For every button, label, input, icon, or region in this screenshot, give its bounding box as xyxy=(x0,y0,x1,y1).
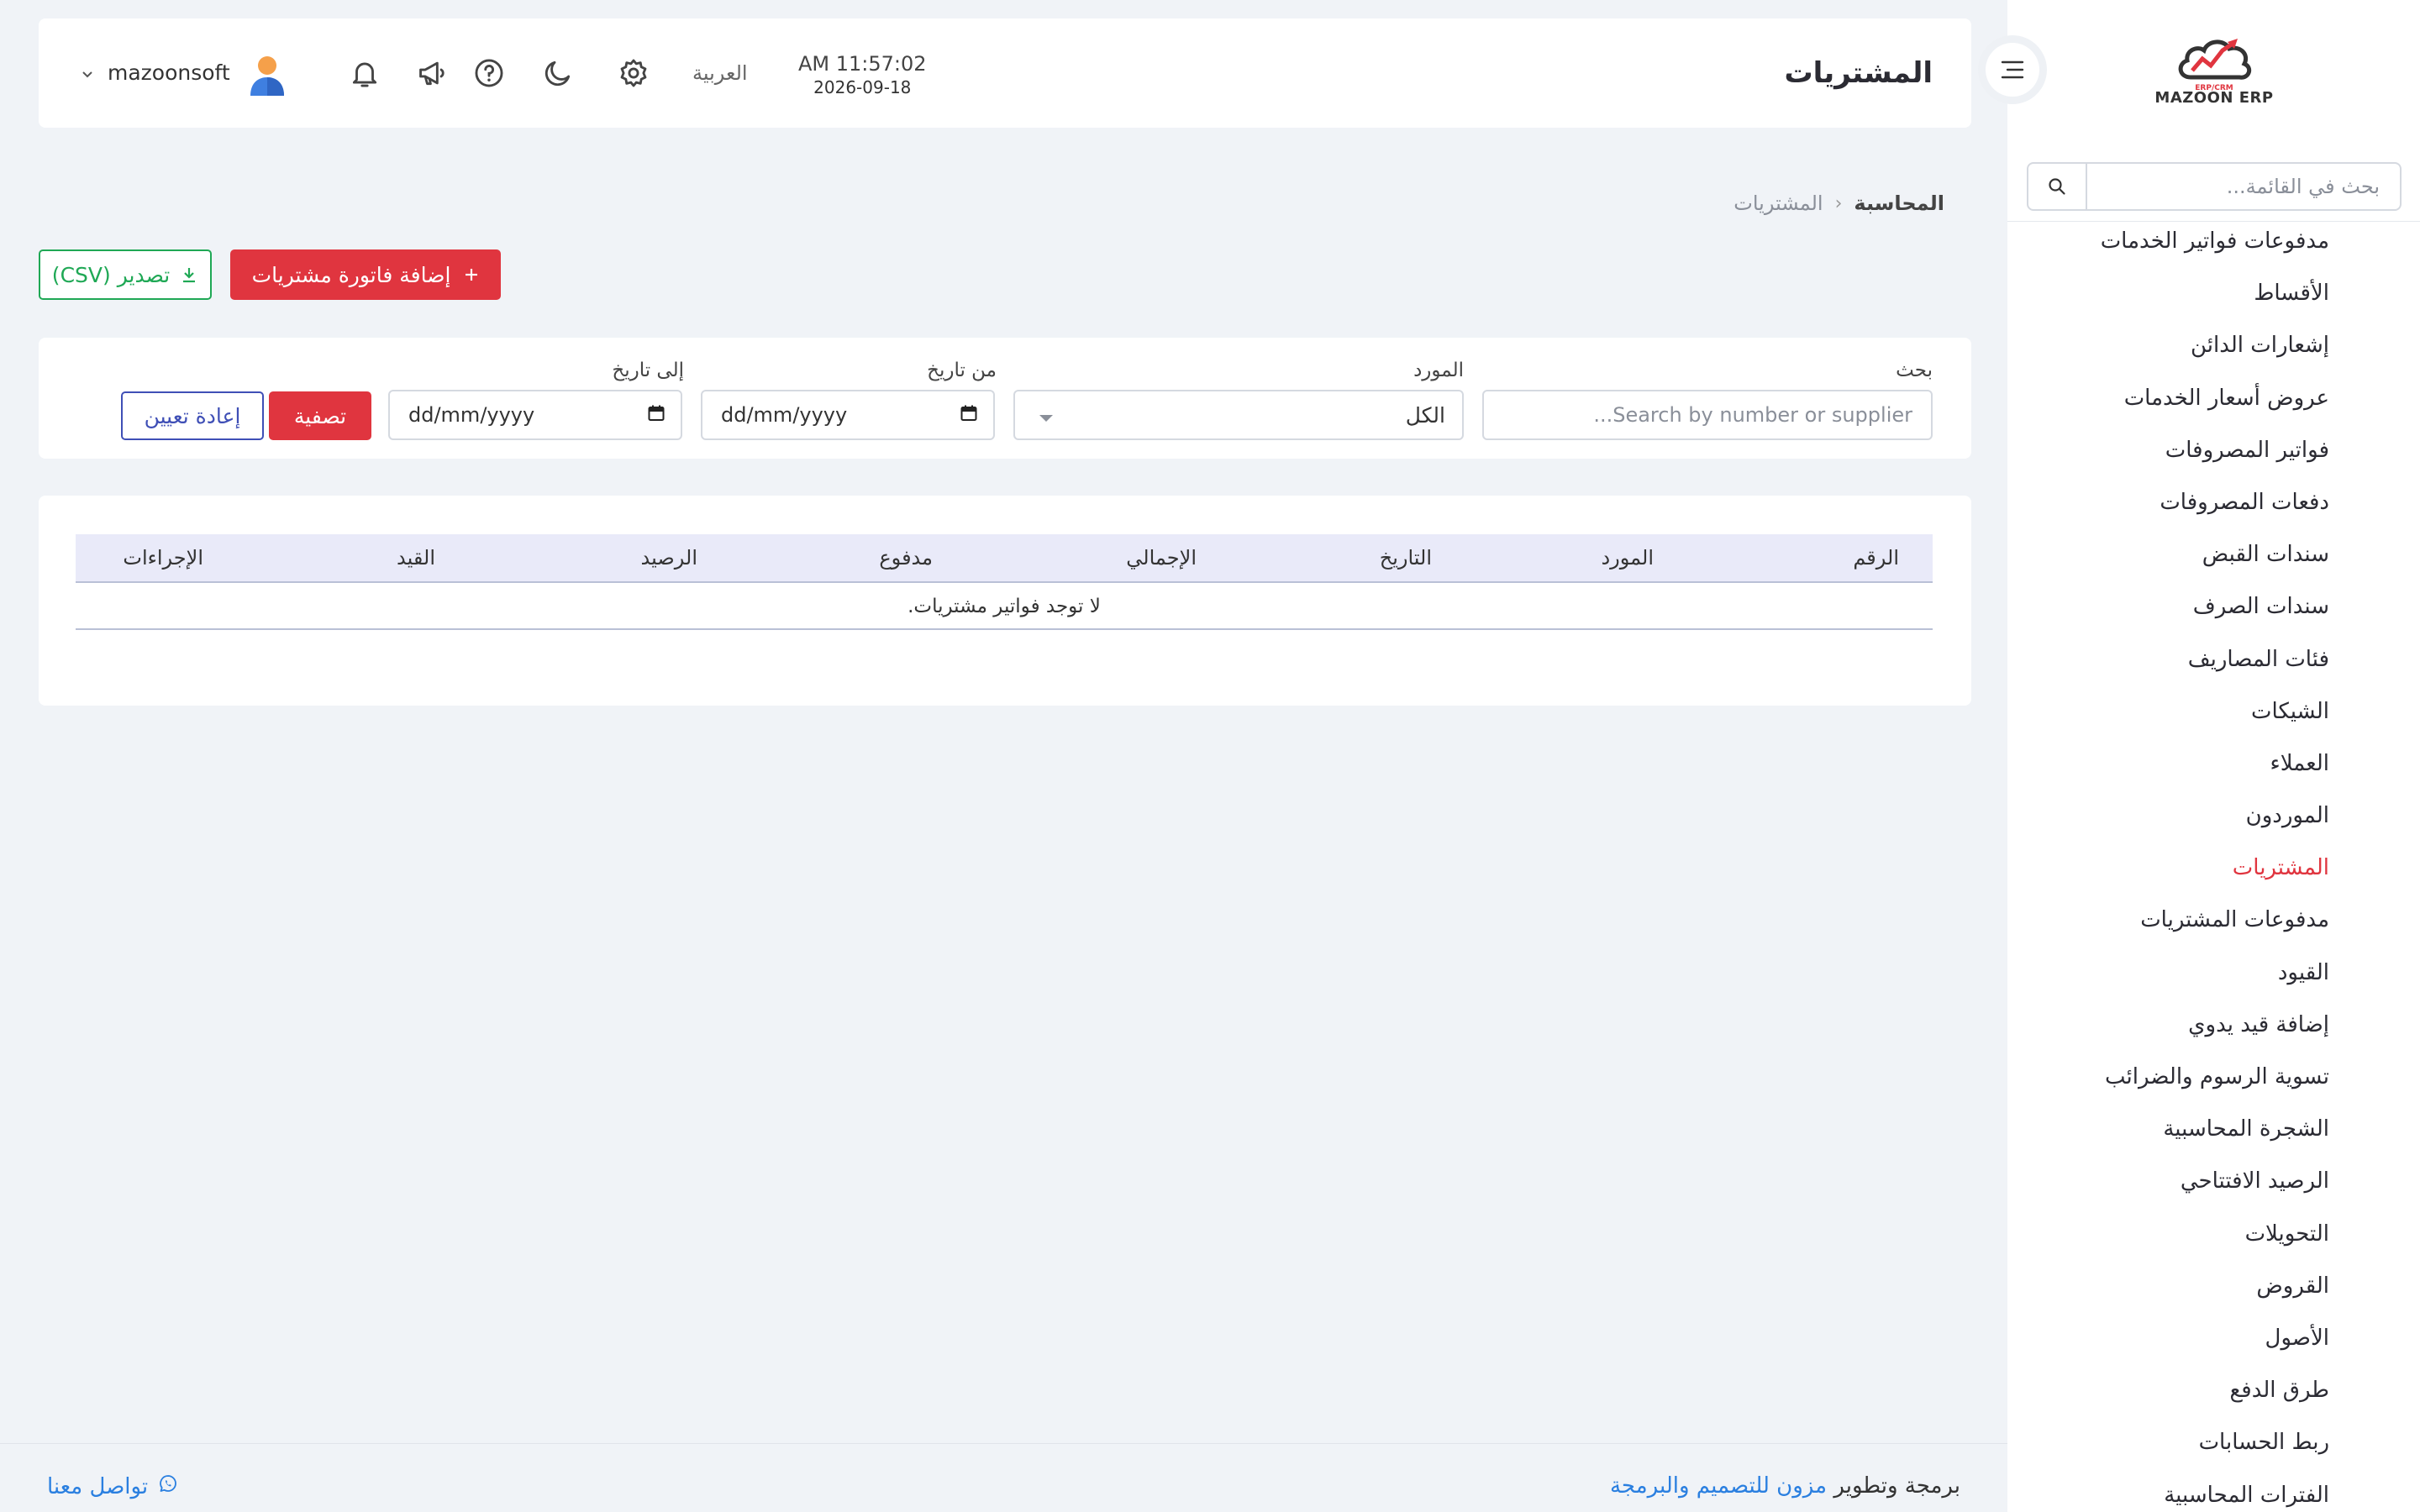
sidebar-item-service-invoice-payments[interactable]: مدفوعات فواتير الخدمات xyxy=(2101,220,2329,272)
sidebar-item-expense-invoices[interactable]: فواتير المصروفات xyxy=(2101,429,2329,481)
chevron-left-icon: ‹ xyxy=(1834,192,1843,214)
sidebar-item-opening-balance[interactable]: الرصيد الافتتاحي xyxy=(2101,1160,2329,1212)
column-date[interactable]: التاريخ xyxy=(1380,534,1432,581)
sidebar-item-tax-settlement[interactable]: تسوية الرسوم والضرائب xyxy=(2101,1056,2329,1108)
column-actions: الإجراءات xyxy=(123,546,203,570)
export-csv-label: تصدير (CSV) xyxy=(51,262,171,287)
footer-credit-prefix: برمجة وتطوير xyxy=(1833,1473,1960,1499)
breadcrumb-current: المشتريات xyxy=(1733,192,1823,215)
clock-time: AM 11:57:02 xyxy=(798,52,927,76)
footer-divider xyxy=(0,1443,2007,1444)
sidebar-item-transfers[interactable]: التحويلات xyxy=(2101,1213,2329,1265)
whatsapp-icon xyxy=(158,1473,178,1499)
supplier-select-value: الكل xyxy=(1405,402,1445,428)
top-header: المشتريات AM 11:57:02 2026-09-18 العربية… xyxy=(39,18,1971,128)
clock: AM 11:57:02 2026-09-18 xyxy=(798,52,927,97)
footer-credit: برمجة وتطوير مزون للتصميم والبرمجة xyxy=(1610,1473,1960,1499)
purchases-table-card: الرقم المورد التاريخ الإجمالي مدفوع الرص… xyxy=(39,496,1971,706)
moon-icon[interactable] xyxy=(539,55,576,92)
sidebar-search xyxy=(2027,162,2402,211)
chevron-down-icon[interactable] xyxy=(81,67,94,83)
calendar-icon[interactable] xyxy=(960,404,978,426)
sidebar-item-payment-vouchers[interactable]: سندات الصرف xyxy=(2101,585,2329,638)
menu-toggle-button[interactable] xyxy=(1978,35,2047,104)
sidebar-item-receipt-vouchers[interactable]: سندات القبض xyxy=(2101,533,2329,585)
download-icon xyxy=(183,268,196,283)
from-date-label: من تاريخ xyxy=(927,360,997,381)
sidebar-item-account-linking[interactable]: ربط الحسابات xyxy=(2101,1421,2329,1473)
sidebar: ERP/CRM MAZOON ERP مدفوعات فواتير الخدما… xyxy=(1978,0,2420,1512)
table-header: الرقم المورد التاريخ الإجمالي مدفوع الرص… xyxy=(76,534,1933,583)
menu-icon xyxy=(2001,60,2024,79)
sidebar-item-chart-of-accounts[interactable]: الشجرة المحاسبية xyxy=(2101,1108,2329,1160)
sidebar-item-installments[interactable]: الأقساط xyxy=(2101,272,2329,324)
settings-icon[interactable] xyxy=(615,55,652,92)
table-empty-message: لا توجد فواتير مشتريات. xyxy=(76,583,1933,630)
column-supplier[interactable]: المورد xyxy=(1601,534,1654,581)
filter-button[interactable]: تصفية xyxy=(269,391,371,440)
contact-us-link[interactable]: تواصل معنا xyxy=(47,1473,178,1499)
brand-logo[interactable]: ERP/CRM MAZOON ERP xyxy=(2151,34,2277,118)
sidebar-item-purchases[interactable]: المشتريات xyxy=(2101,847,2329,899)
reset-button[interactable]: إعادة تعيين xyxy=(121,391,264,440)
sidebar-item-payment-methods[interactable]: طرق الدفع xyxy=(2101,1369,2329,1421)
sidebar-item-customers[interactable]: العملاء xyxy=(2101,743,2329,795)
add-purchase-invoice-button[interactable]: إضافة فاتورة مشتريات xyxy=(230,249,501,300)
sidebar-item-cheques[interactable]: الشيكات xyxy=(2101,690,2329,743)
supplier-select[interactable]: الكل xyxy=(1013,390,1464,440)
language-switch[interactable]: العربية xyxy=(692,18,748,128)
sidebar-search-input[interactable] xyxy=(2087,164,2400,209)
contact-us-label: تواصل معنا xyxy=(47,1473,149,1499)
bell-icon[interactable] xyxy=(346,55,383,92)
filter-panel: بحث المورد الكل من تاريخ dd/mm/yyyy إلى … xyxy=(39,338,1971,459)
search-icon[interactable] xyxy=(2028,164,2087,209)
sidebar-item-service-quotations[interactable]: عروض أسعار الخدمات xyxy=(2101,377,2329,429)
clock-date: 2026-09-18 xyxy=(813,77,912,97)
breadcrumb-parent[interactable]: المحاسبة xyxy=(1854,192,1944,215)
sidebar-menu: مدفوعات فواتير الخدمات الأقساط إشعارات ا… xyxy=(2101,220,2329,1512)
sidebar-item-journal-entries[interactable]: القيود xyxy=(2101,952,2329,1004)
sidebar-item-manual-entry[interactable]: إضافة قيد يدوي xyxy=(2101,1004,2329,1056)
calendar-icon[interactable] xyxy=(647,404,666,426)
search-label: بحث xyxy=(1896,360,1933,381)
search-field xyxy=(1482,390,1933,440)
search-input[interactable] xyxy=(1484,391,1931,438)
footer-credit-link[interactable]: مزون للتصميم والبرمجة xyxy=(1610,1473,1827,1499)
column-entry[interactable]: القيد xyxy=(397,534,435,581)
column-number[interactable]: الرقم xyxy=(1853,534,1899,581)
sidebar-item-assets[interactable]: الأصول xyxy=(2101,1317,2329,1369)
cloud-logo-icon xyxy=(2178,39,2252,80)
breadcrumb: المحاسبة ‹ المشتريات xyxy=(1733,192,1944,215)
to-date-input[interactable]: dd/mm/yyyy xyxy=(388,390,682,440)
sidebar-item-expense-categories[interactable]: فئات المصاريف xyxy=(2101,638,2329,690)
help-icon[interactable] xyxy=(471,55,508,92)
sidebar-item-purchase-payments[interactable]: مدفوعات المشتريات xyxy=(2101,899,2329,951)
username[interactable]: mazoonsoft xyxy=(108,18,230,128)
megaphone-icon[interactable] xyxy=(413,55,450,92)
to-date-label: إلى تاريخ xyxy=(612,360,684,381)
add-purchase-invoice-label: إضافة فاتورة مشتريات xyxy=(251,262,451,287)
sidebar-item-accounting-periods[interactable]: الفترات المحاسبية xyxy=(2101,1474,2329,1512)
brand-tagline: ERP/CRM xyxy=(2195,84,2233,92)
to-date-placeholder: dd/mm/yyyy xyxy=(408,403,535,427)
avatar[interactable] xyxy=(247,54,287,96)
caret-down-icon xyxy=(1037,412,1055,428)
sidebar-item-expense-payments[interactable]: دفعات المصروفات xyxy=(2101,481,2329,533)
sidebar-item-loans[interactable]: القروض xyxy=(2101,1265,2329,1317)
from-date-input[interactable]: dd/mm/yyyy xyxy=(701,390,995,440)
page-title: المشتريات xyxy=(1784,56,1933,90)
column-paid[interactable]: مدفوع xyxy=(879,534,933,581)
sidebar-item-credit-notes[interactable]: إشعارات الدائن xyxy=(2101,324,2329,376)
export-csv-button[interactable]: تصدير (CSV) xyxy=(39,249,212,300)
sidebar-item-suppliers[interactable]: الموردون xyxy=(2101,795,2329,847)
supplier-label: المورد xyxy=(1413,360,1464,381)
plus-icon xyxy=(466,269,478,281)
column-balance[interactable]: الرصيد xyxy=(641,534,697,581)
from-date-placeholder: dd/mm/yyyy xyxy=(721,403,848,427)
column-total[interactable]: الإجمالي xyxy=(1126,534,1197,581)
